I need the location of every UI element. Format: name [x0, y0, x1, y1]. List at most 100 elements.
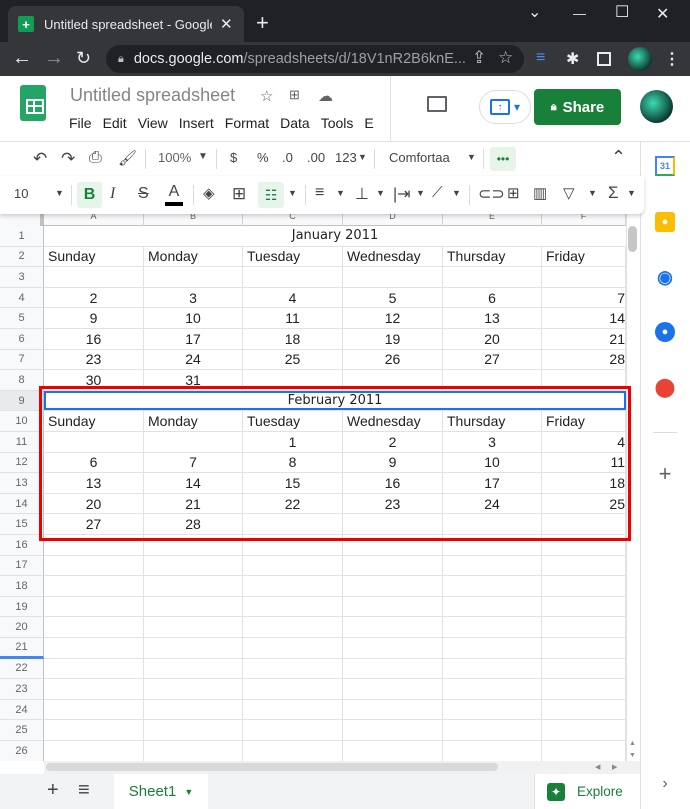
cell[interactable]: 23: [44, 349, 144, 370]
cell[interactable]: [144, 555, 243, 576]
cell[interactable]: [144, 741, 243, 761]
cell[interactable]: 7: [144, 452, 243, 473]
vertical-align-icon[interactable]: ⊥: [355, 184, 369, 204]
row-header[interactable]: 4: [0, 287, 44, 309]
cell[interactable]: [343, 267, 443, 287]
filter-icon[interactable]: ▽: [563, 184, 575, 202]
zoom-dropdown-icon[interactable]: ▼: [198, 151, 208, 162]
cell[interactable]: [243, 596, 343, 617]
cell[interactable]: 21: [144, 493, 243, 514]
cell[interactable]: [443, 699, 542, 720]
cell[interactable]: [343, 699, 443, 720]
sheets-logo-icon[interactable]: [20, 85, 46, 121]
cell[interactable]: 4: [542, 432, 626, 452]
vertical-scrollbar[interactable]: ▲ ▼: [626, 214, 640, 762]
row-header[interactable]: 19: [0, 596, 44, 618]
cell[interactable]: [243, 699, 343, 720]
cell[interactable]: [243, 679, 343, 699]
cell[interactable]: [44, 555, 144, 576]
show-side-panel-icon[interactable]: ›: [655, 774, 675, 794]
cell[interactable]: 1: [243, 432, 343, 452]
extensions-puzzle-icon[interactable]: ✱: [566, 49, 579, 69]
row-header[interactable]: 5: [0, 308, 44, 329]
cell[interactable]: Monday: [144, 411, 243, 431]
borders-icon[interactable]: ⊞: [232, 184, 246, 204]
row-header[interactable]: 10: [0, 411, 44, 432]
currency-format-button[interactable]: $: [230, 150, 237, 165]
cell[interactable]: 11: [542, 452, 626, 473]
row-header[interactable]: 13: [0, 473, 44, 494]
cell[interactable]: 15: [243, 473, 343, 493]
cell[interactable]: [144, 617, 243, 637]
cell[interactable]: 10: [443, 452, 542, 473]
cell[interactable]: 25: [243, 349, 343, 370]
cell[interactable]: 7: [542, 287, 626, 308]
row-header[interactable]: 23: [0, 679, 44, 700]
menu-insert[interactable]: Insert: [179, 115, 214, 131]
row-header[interactable]: 21: [0, 638, 44, 659]
cell[interactable]: 9: [44, 308, 144, 328]
cell[interactable]: 4: [243, 287, 343, 308]
tasks-icon[interactable]: ◉: [655, 267, 675, 287]
horizontal-scrollbar[interactable]: ◀ ▶: [44, 761, 640, 774]
cell[interactable]: Thursday: [443, 411, 542, 431]
scroll-left-icon[interactable]: ◀: [595, 763, 600, 771]
cell[interactable]: 11: [243, 308, 343, 328]
cell[interactable]: [243, 617, 343, 637]
font-family-select[interactable]: Comfortaa: [389, 150, 450, 165]
bold-button[interactable]: B: [77, 182, 102, 208]
valign-dropdown-icon[interactable]: ▼: [376, 188, 385, 198]
cell[interactable]: [144, 720, 243, 740]
cell[interactable]: [443, 679, 542, 699]
cell[interactable]: 23: [343, 493, 443, 514]
cell[interactable]: [542, 699, 626, 720]
row-header[interactable]: 1: [0, 226, 44, 247]
cell[interactable]: 2: [343, 432, 443, 452]
cell[interactable]: [144, 596, 243, 617]
cell[interactable]: [343, 617, 443, 637]
maps-icon[interactable]: ⬤: [655, 377, 675, 397]
cell[interactable]: 14: [542, 308, 626, 328]
cell[interactable]: 28: [542, 349, 626, 370]
print-icon[interactable]: ⎙: [89, 149, 102, 167]
cell[interactable]: 5: [343, 287, 443, 308]
filter-dropdown-icon[interactable]: ▼: [588, 188, 597, 198]
decrease-decimal-button[interactable]: .0: [282, 150, 293, 165]
more-options-button[interactable]: •••: [490, 147, 516, 171]
menu-edit[interactable]: Edit: [103, 115, 127, 131]
cell[interactable]: [343, 555, 443, 576]
get-addons-icon[interactable]: +: [655, 461, 675, 486]
menu-tools[interactable]: Tools: [321, 115, 354, 131]
cell[interactable]: [542, 514, 626, 534]
halign-dropdown-icon[interactable]: ▼: [336, 188, 345, 198]
scroll-up-icon[interactable]: ▲: [629, 740, 636, 747]
select-all-corner[interactable]: [0, 214, 44, 226]
cell[interactable]: Tuesday: [243, 246, 343, 267]
functions-dropdown-icon[interactable]: ▼: [627, 188, 636, 198]
cell[interactable]: [44, 638, 144, 658]
cell[interactable]: 30: [44, 370, 144, 390]
cell[interactable]: [243, 638, 343, 658]
cell[interactable]: 2: [44, 287, 144, 308]
column-header-c[interactable]: C: [243, 214, 343, 226]
undo-icon[interactable]: ↶: [33, 149, 47, 169]
cloud-status-icon[interactable]: ☁: [318, 87, 333, 105]
row-header[interactable]: 14: [0, 493, 44, 515]
cell[interactable]: [243, 658, 343, 679]
cell[interactable]: 28: [144, 514, 243, 534]
cell[interactable]: [443, 535, 542, 555]
move-folder-icon[interactable]: ⊞: [289, 87, 300, 103]
cell[interactable]: 27: [44, 514, 144, 534]
row-header[interactable]: 2: [0, 246, 44, 268]
all-sheets-button[interactable]: ≡: [78, 779, 90, 802]
number-format-select[interactable]: 123: [335, 150, 357, 165]
menu-data[interactable]: Data: [280, 115, 310, 131]
cell[interactable]: [44, 535, 144, 555]
cell[interactable]: [343, 658, 443, 679]
cell[interactable]: 13: [443, 308, 542, 328]
cell[interactable]: Thursday: [443, 246, 542, 267]
cell[interactable]: 27: [443, 349, 542, 370]
cell[interactable]: [243, 514, 343, 534]
cell[interactable]: 3: [443, 432, 542, 452]
contacts-icon[interactable]: ●: [655, 322, 675, 342]
